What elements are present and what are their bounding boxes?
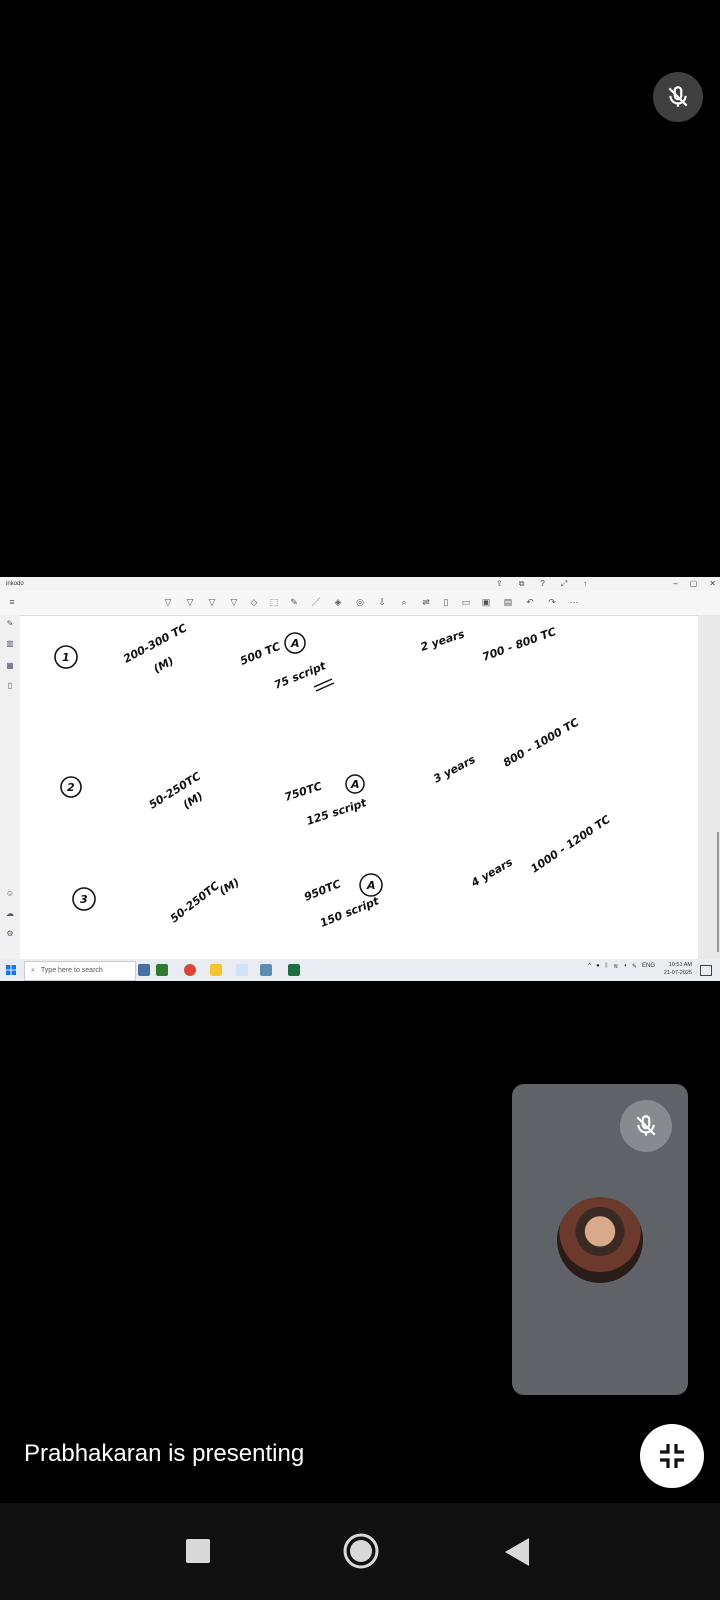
highlighter-icon[interactable]: ▽ [228, 596, 240, 608]
row-3-m: (M) [217, 876, 242, 898]
chrome-icon[interactable] [184, 964, 196, 976]
recents-icon[interactable] [186, 1539, 210, 1563]
language-indicator[interactable]: ENG [642, 963, 655, 970]
library-icon[interactable]: ▥ [4, 639, 16, 649]
taskbar-pen-icon[interactable] [156, 964, 168, 976]
settings-icon[interactable]: ⚙ [4, 929, 16, 939]
left-sidebar: ✎ ▥ ▦ ▯ ☺ ☁ ⚙ [0, 615, 20, 959]
pin-icon[interactable]: ↑ [583, 577, 587, 591]
download-icon[interactable]: ⇩ [376, 596, 388, 608]
pen-tool-icon[interactable]: ✎ [4, 619, 16, 629]
chevron-up-icon[interactable]: ^ [588, 963, 591, 970]
row-1-script: 75 script [272, 659, 328, 692]
windows-start-icon[interactable] [6, 965, 16, 975]
taskbar-clock[interactable]: 10:51 AM 21-07-2025 [664, 961, 692, 977]
avatar [557, 1197, 643, 1283]
taskbar-app2-icon[interactable] [260, 964, 272, 976]
eraser-icon[interactable]: ◇ [248, 596, 260, 608]
row-1-auto: 500 TC [238, 640, 282, 668]
exit-fullscreen-button[interactable] [640, 1424, 704, 1488]
pen-tray-icon[interactable]: ✎ [632, 963, 637, 970]
search-icon: ⌕ [31, 967, 35, 974]
row-1-number: 1 [62, 651, 70, 664]
save-icon[interactable]: ▣ [480, 596, 492, 608]
app-titlebar: inkodo ⇪ ⧉ ? ⤢ ↑ – ▢ ✕ [0, 577, 720, 591]
row-3-years: 4 years [468, 855, 515, 890]
row-1-years: 2 years [419, 627, 467, 654]
fullscreen-icon[interactable]: ⤢ [561, 577, 567, 591]
row-3-script: 150 script [318, 894, 381, 930]
app-title: inkodo [6, 581, 24, 587]
zoom-icon[interactable]: ⌕ [398, 596, 410, 608]
image-icon[interactable]: ▦ [4, 661, 16, 671]
row-3-number: 3 [80, 893, 88, 906]
back-icon[interactable] [505, 1538, 531, 1566]
scrollbar[interactable] [717, 832, 719, 952]
wifi-icon[interactable]: ≋ [613, 963, 618, 970]
fullscreen-exit-icon [660, 1444, 684, 1468]
mute-indicator-button[interactable] [653, 72, 703, 122]
row-2-auto: 750TC [283, 780, 324, 804]
minimize-button[interactable]: – [673, 577, 677, 591]
tray-mic-icon[interactable]: ● [596, 963, 600, 970]
windows-taskbar: ⌕ Type here to search ^ ● ᛒ ≋ ◖ ✎ ENG 10:… [0, 959, 720, 981]
excel-icon[interactable] [288, 964, 300, 976]
mic-off-icon [668, 86, 688, 107]
presenting-status: Prabhakaran is presenting [24, 1440, 305, 1467]
row-2-years: 3 years [431, 753, 478, 786]
volume-icon[interactable]: ◖ [623, 963, 627, 970]
shape-icon[interactable]: ◈ [332, 596, 344, 608]
row-2-a: A [350, 778, 360, 791]
cloud-icon[interactable]: ☁ [4, 909, 16, 919]
people-icon[interactable]: ☺ [4, 889, 16, 899]
undo-icon[interactable]: ↶ [524, 596, 536, 608]
row-2-script: 125 script [305, 796, 369, 828]
mic-off-icon [636, 1115, 656, 1136]
whiteboard-canvas[interactable]: 1 200-300 TC (M) 500 TC A 75 script 2 ye… [44, 617, 698, 959]
row-1-range: 200-300 TC [121, 621, 189, 665]
adjust-icon[interactable]: ⇌ [420, 596, 432, 608]
pen-black-icon[interactable]: ▽ [162, 596, 174, 608]
more-icon[interactable]: ⋯ [568, 596, 580, 608]
taskbar-app-icon[interactable] [138, 964, 150, 976]
view-icon[interactable]: ⧉ [519, 577, 525, 591]
row-2-m: (M) [181, 789, 206, 811]
share-icon[interactable]: ⇪ [496, 577, 503, 591]
line-icon[interactable]: ／ [310, 596, 322, 608]
pencil-icon[interactable]: ✎ [288, 596, 300, 608]
row-3-a: A [366, 879, 376, 892]
taskbar-window-icon[interactable] [236, 964, 248, 976]
document-icon[interactable]: ▯ [4, 681, 16, 691]
file-explorer-icon[interactable] [210, 964, 222, 976]
navigation-bar [0, 1503, 720, 1600]
menu-icon[interactable]: ≡ [6, 596, 18, 608]
redo-icon[interactable]: ↷ [546, 596, 558, 608]
help-icon[interactable]: ? [540, 577, 544, 591]
row-1-a: A [290, 637, 300, 650]
taskbar-search-input[interactable]: ⌕ Type here to search [24, 961, 136, 981]
row-3-range: 50-250TC [168, 879, 222, 925]
drawing-toolbar: ≡ ▽ ▽ ▽ ▽ ◇ ⬚ ✎ ／ ◈ ◎ ⇩ ⌕ ⇌ ▯ ▭ ▣ ▤ ↶ ↷ … [0, 591, 720, 616]
folder-icon[interactable]: ▭ [460, 596, 472, 608]
pen-green-icon[interactable]: ▽ [206, 596, 218, 608]
row-2-salary: 800 - 1000 TC [501, 716, 581, 770]
maximize-button[interactable]: ▢ [690, 577, 698, 591]
row-2-number: 2 [67, 781, 75, 794]
home-icon[interactable] [342, 1532, 380, 1570]
row-1-m: (M) [151, 654, 176, 675]
bluetooth-icon[interactable]: ᛒ [605, 963, 609, 970]
close-button[interactable]: ✕ [709, 577, 716, 591]
participant-tile[interactable] [512, 1084, 688, 1395]
lasso-icon[interactable]: ◎ [354, 596, 366, 608]
row-3-auto: 950TC [302, 877, 343, 903]
notification-icon[interactable] [700, 965, 712, 976]
shared-screen: inkodo ⇪ ⧉ ? ⤢ ↑ – ▢ ✕ ≡ ▽ ▽ ▽ ▽ ◇ ⬚ ✎ ／… [0, 577, 720, 981]
page-icon[interactable]: ▯ [440, 596, 452, 608]
pen-blue-icon[interactable]: ▽ [184, 596, 196, 608]
row-3-salary: 1000 - 1200 TC [528, 813, 612, 876]
clipboard-icon[interactable]: ▤ [502, 596, 514, 608]
row-1-salary: 700 - 800 TC [481, 625, 558, 664]
participant-mute-button[interactable] [620, 1100, 672, 1152]
select-icon[interactable]: ⬚ [268, 596, 280, 608]
